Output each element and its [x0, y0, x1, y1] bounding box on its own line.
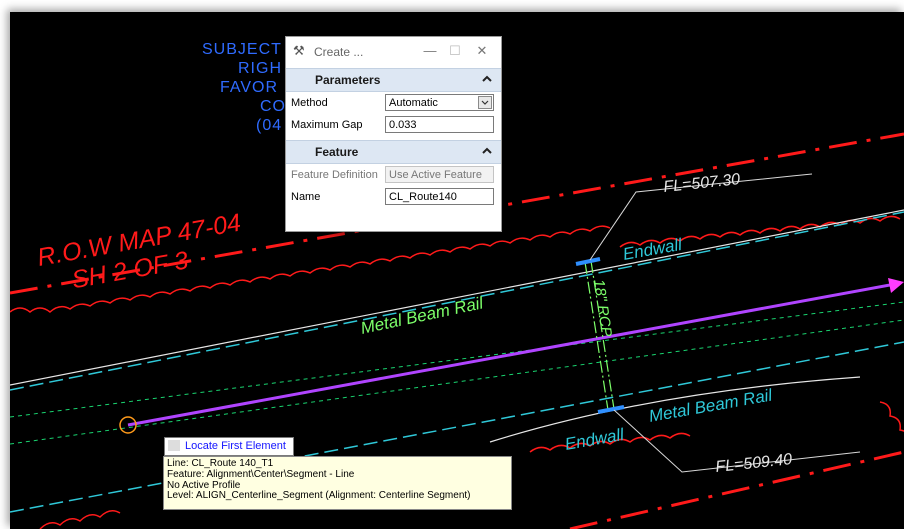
parameters-header-label: Parameters	[315, 73, 381, 87]
create-dialog[interactable]: ⚒ Create ... — ☐ ✕ Parameters Method Aut…	[285, 36, 502, 232]
tools-icon: ⚒	[293, 43, 305, 58]
subject-note: SUBJECT RIGH FAVOR CO (04	[202, 41, 286, 134]
locate-prompt: Locate First Element	[164, 437, 294, 456]
subject-line-2: RIGH	[238, 60, 282, 77]
max-gap-input[interactable]: 0.033	[385, 116, 494, 133]
feature-section-header[interactable]: Feature	[286, 140, 501, 164]
endwall-upper-mark	[575, 257, 601, 266]
feature-header-label: Feature	[315, 145, 359, 159]
subject-line-1: SUBJECT	[202, 41, 282, 58]
dialog-title: Create ...	[314, 45, 364, 59]
chevron-up-icon[interactable]	[481, 72, 493, 86]
dialog-titlebar[interactable]: ⚒ Create ... — ☐ ✕	[286, 37, 501, 65]
tooltip-line-2: Feature: Alignment\Center\Segment - Line	[167, 468, 355, 480]
tree-line-right-edge	[879, 401, 904, 432]
chevron-up-icon[interactable]	[481, 144, 493, 158]
name-label: Name	[291, 191, 321, 203]
metal-beam-rail-lower-label: Metal Beam Rail	[647, 385, 774, 426]
fl-lower-label: FL=509.40	[715, 451, 793, 476]
feature-definition-row: Feature Definition Use Active Feature	[286, 164, 501, 186]
tree-line-bottom-left	[39, 510, 121, 529]
endwall-lower-label: Endwall	[563, 425, 626, 454]
prompt-icon	[168, 440, 180, 451]
subject-line-3: FAVOR	[220, 79, 278, 96]
max-gap-row: Maximum Gap 0.033	[286, 114, 501, 136]
method-label: Method	[291, 97, 328, 109]
element-info-tooltip: Line: CL_Route 140_T1 Feature: Alignment…	[163, 456, 512, 510]
subject-line-4: CO	[260, 98, 286, 115]
centerline-arrow	[888, 278, 904, 293]
close-button[interactable]: ✕	[473, 42, 491, 60]
endwall-lower-mark	[597, 405, 625, 414]
tooltip-line-4: Level: ALIGN_Centerline_Segment (Alignme…	[167, 490, 471, 502]
max-gap-label: Maximum Gap	[291, 119, 363, 131]
prompt-text: Locate First Element	[185, 440, 286, 452]
name-input[interactable]: CL_Route140	[385, 188, 494, 205]
feature-definition-field: Use Active Feature	[385, 166, 494, 183]
centerline-route140[interactable]	[127, 283, 891, 427]
method-select[interactable]: Automatic	[385, 94, 494, 111]
parameters-section-header[interactable]: Parameters	[286, 68, 501, 92]
fl-upper-label: FL=507.30	[663, 171, 741, 196]
chevron-down-icon[interactable]	[478, 96, 492, 109]
minimize-button[interactable]: —	[421, 42, 439, 60]
pipe-label: 18" RCP	[590, 278, 615, 338]
subject-line-5: (04	[256, 117, 282, 134]
name-row: Name CL_Route140	[286, 186, 501, 208]
metal-beam-rail-upper-label: Metal Beam Rail	[359, 293, 486, 338]
maximize-button[interactable]: ☐	[446, 42, 464, 60]
lane-line-2	[10, 319, 904, 445]
method-row: Method Automatic	[286, 92, 501, 114]
row-map-label: R.O.W MAP 47-04 SH 2 OF 3	[35, 209, 243, 295]
method-value: Automatic	[389, 97, 438, 109]
feature-definition-label: Feature Definition	[291, 169, 378, 181]
